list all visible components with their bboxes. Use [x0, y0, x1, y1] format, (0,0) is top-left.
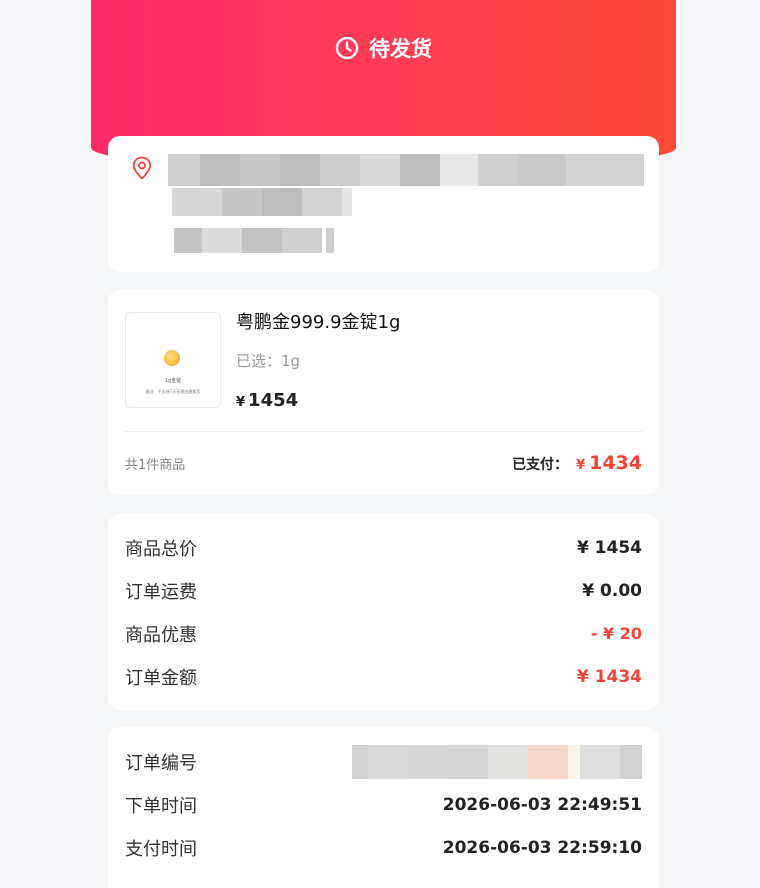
- row-value: 2026-06-03 22:59:10: [442, 837, 642, 858]
- clock-icon: [335, 36, 359, 60]
- summary-row-total: 订单金额 ¥ 1434: [125, 655, 642, 698]
- price-currency: ¥: [236, 395, 246, 410]
- order-status: 待发货: [91, 32, 676, 64]
- row-label: 商品总价: [125, 538, 197, 560]
- summary-row-shipping: 订单运费 ¥ 0.00: [125, 569, 642, 612]
- row-label: 订单运费: [125, 581, 197, 603]
- thumbnail-caption: 1g金锭: [164, 378, 182, 384]
- product-card: 1g金锭 备注：不支持7天无理由退换货 粤鹏金999.9金锭1g 已选：1g ¥…: [108, 290, 659, 495]
- product-spec: 已选：1g: [236, 350, 300, 371]
- price-value: 1454: [248, 390, 299, 411]
- row-label: 订单编号: [125, 752, 197, 774]
- product-title[interactable]: 粤鹏金999.9金锭1g: [236, 308, 400, 334]
- order-number-redacted[interactable]: [352, 744, 642, 779]
- row-value: ¥ 1434: [576, 666, 642, 687]
- row-label: 订单金额: [125, 667, 197, 689]
- summary-row-discount: 商品优惠 - ¥ 20: [125, 612, 642, 655]
- row-value: ¥ 0.00: [582, 580, 642, 601]
- recipient-address-redacted: [168, 154, 644, 186]
- gold-coin-icon: [164, 350, 180, 366]
- order-row-paid-time: 支付时间 2026-06-03 22:59:10: [125, 826, 642, 869]
- thumbnail-note: 备注：不支持7天无理由退换货: [145, 389, 201, 394]
- row-label: 下单时间: [125, 795, 197, 817]
- paid-currency: ¥: [576, 458, 586, 473]
- row-label: 支付时间: [125, 838, 197, 860]
- spec-value: 1g: [281, 352, 301, 370]
- address-line2-redacted: [172, 188, 352, 216]
- product-price: ¥1454: [236, 390, 298, 411]
- recipient-phone-redacted: [174, 228, 334, 253]
- row-label: 商品优惠: [125, 624, 197, 646]
- order-row-placed-time: 下单时间 2026-06-03 22:49:51: [125, 783, 642, 826]
- paid-amount: 1434: [589, 452, 642, 474]
- order-detail-page: 待发货 1g金锭 备注：不支持7天无理由退换货 粤鹏金999.9金锭1g 已选：…: [91, 0, 676, 888]
- row-value: - ¥ 20: [590, 624, 642, 643]
- order-info-card: 订单编号 下单时间 2026-06-03 22:49:51 支付时间 2026-…: [108, 727, 659, 888]
- spec-label: 已选：: [236, 352, 282, 370]
- location-pin-icon: [132, 156, 152, 180]
- divider: [125, 431, 642, 432]
- summary-row-subtotal: 商品总价 ¥ 1454: [125, 526, 642, 569]
- price-summary-card: 商品总价 ¥ 1454 订单运费 ¥ 0.00 商品优惠 - ¥ 20 订单金额…: [108, 514, 659, 710]
- row-value: 2026-06-03 22:49:51: [442, 794, 642, 815]
- row-value: ¥ 1454: [576, 537, 642, 558]
- paid-total: 已支付： ¥ 1434: [512, 452, 642, 474]
- item-count: 共1件商品: [125, 458, 186, 473]
- paid-label: 已支付：: [512, 457, 569, 473]
- address-card[interactable]: [108, 136, 659, 272]
- order-status-text: 待发货: [369, 37, 432, 61]
- product-thumbnail[interactable]: 1g金锭 备注：不支持7天无理由退换货: [125, 312, 221, 408]
- order-row-number: 订单编号: [125, 740, 642, 783]
